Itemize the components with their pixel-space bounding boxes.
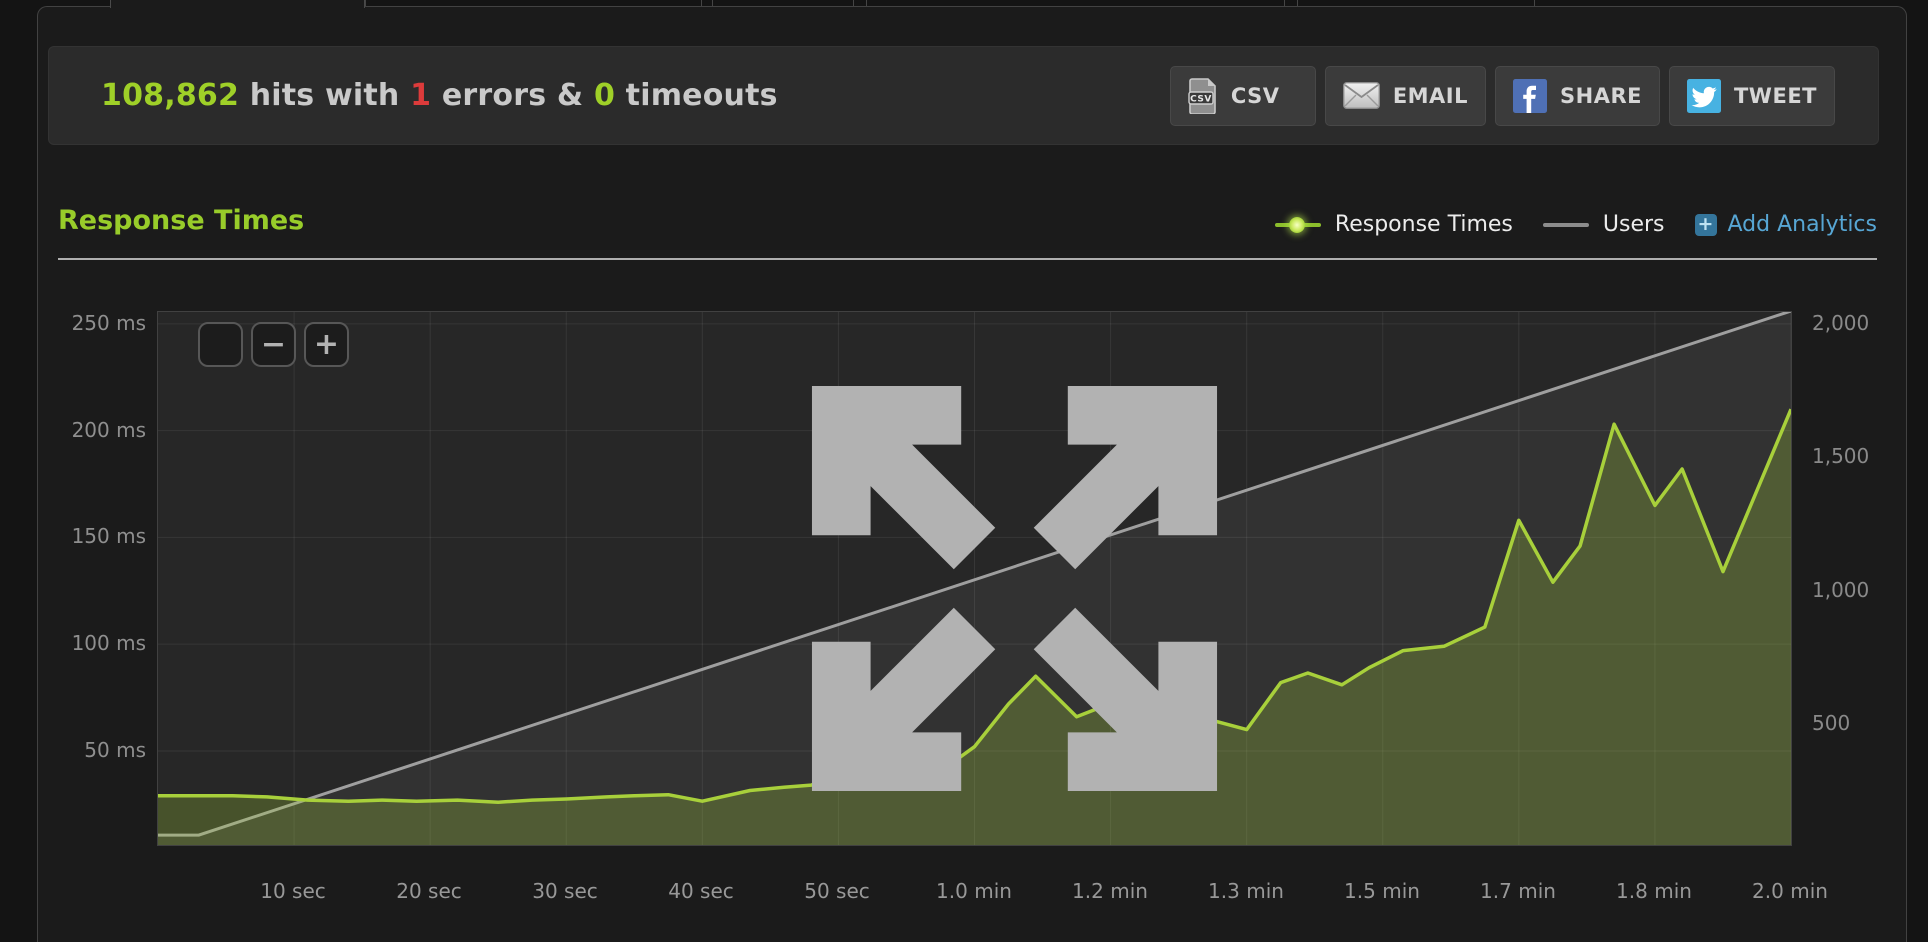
y-axis-left-label: 200 ms [71,418,146,442]
users-swatch-icon [1542,222,1589,227]
y-axis-right-label: 1,000 [1812,578,1870,602]
svg-text:CSV: CSV [1190,94,1212,104]
y-axis-left-label: 250 ms [71,311,146,335]
timeouts-count: 0 [593,78,616,113]
timeouts-label: timeouts [625,78,778,113]
plus-icon: + [1694,213,1717,236]
export-buttons: CSV CSV EMAIL SHARE TWEET [1169,65,1835,126]
y-axis-left-label: 50 ms [84,738,146,762]
y-axis-right-label: 1,500 [1812,444,1870,468]
legend-item-users[interactable]: Users [1542,212,1665,237]
chart-legend: Response Times Users + Add Analytics [1274,212,1878,237]
summary-text: 108,862 hits with 1 errors & 0 timeouts [101,78,778,113]
section-heading: Response Times [58,205,305,236]
share-button-label: SHARE [1560,83,1642,108]
legend-response-times-label: Response Times [1334,212,1513,237]
y-axis-right-label: 500 [1812,711,1851,735]
errors-count: 1 [410,78,432,113]
x-axis-label: 40 sec [668,879,734,903]
y-axis-right-label: 2,000 [1812,311,1870,335]
fullscreen-button[interactable] [198,322,1218,792]
summary-bar: 108,862 hits with 1 errors & 0 timeouts … [48,46,1879,145]
legend-item-response-times[interactable]: Response Times [1274,212,1513,237]
x-axis-label: 20 sec [396,879,462,903]
email-button[interactable]: EMAIL [1324,65,1487,126]
csv-button-label: CSV [1230,83,1280,108]
x-axis-label: 1.5 min [1344,879,1420,903]
heading-divider [58,258,1877,260]
legend-users-label: Users [1602,212,1665,237]
errors-label: errors & [441,78,584,113]
chart-controls: − + [198,322,1218,792]
csv-button[interactable]: CSV CSV [1169,65,1316,126]
y-axis-left-label: 150 ms [71,524,146,548]
response-times-swatch-icon [1274,216,1321,233]
email-button-label: EMAIL [1392,83,1469,108]
hits-count: 108,862 [101,78,240,113]
x-axis-label: 1.3 min [1208,879,1284,903]
x-axis-label: 1.8 min [1616,879,1692,903]
x-axis-label: 10 sec [260,879,326,903]
hits-label: hits with [249,78,400,113]
facebook-icon [1513,78,1548,113]
twitter-bird-icon [1686,78,1721,113]
x-axis-label: 50 sec [804,879,870,903]
glow-dot-icon [1288,216,1305,233]
tweet-button-label: TWEET [1733,83,1817,108]
email-envelope-icon [1342,82,1380,109]
tweet-button[interactable]: TWEET [1668,65,1835,126]
x-axis-label: 2.0 min [1752,879,1828,903]
y-axis-left-label: 100 ms [71,631,146,655]
tab-active-fragment[interactable] [110,0,365,8]
loader-results-page: { "summary": { "hits_value": "108,862", … [0,0,1928,942]
x-axis-label: 1.2 min [1072,879,1148,903]
expand-arrows-icon [811,385,1218,792]
x-axis-label: 1.7 min [1480,879,1556,903]
x-axis-label: 30 sec [532,879,598,903]
share-facebook-button[interactable]: SHARE [1495,65,1660,126]
csv-file-icon: CSV [1188,77,1218,114]
add-analytics-label: Add Analytics [1727,212,1878,237]
add-analytics-link[interactable]: + Add Analytics [1694,212,1878,237]
response-times-chart[interactable]: − + [157,311,1792,846]
x-axis-label: 1.0 min [936,879,1012,903]
